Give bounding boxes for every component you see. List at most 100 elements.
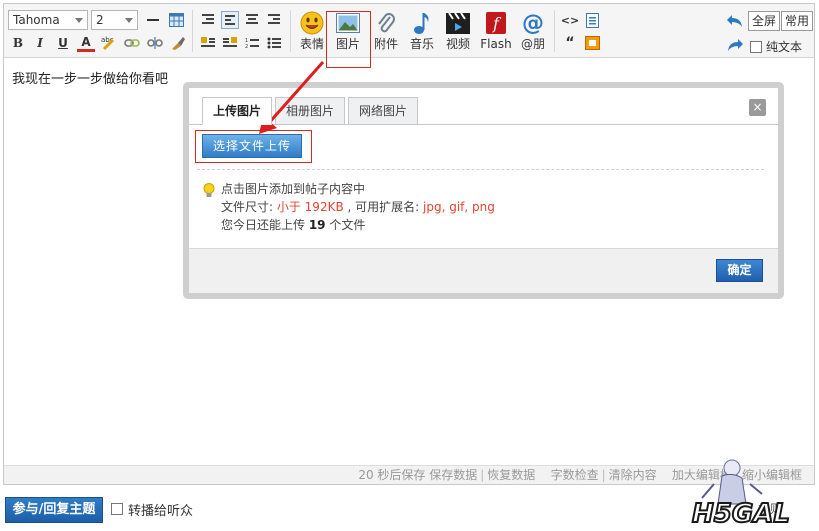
toolbar-separator [290,10,291,52]
video-clapper-icon [446,12,470,34]
font-family-select[interactable]: Tahoma [8,10,88,30]
free-block-button[interactable] [583,34,601,52]
close-icon[interactable]: × [749,99,766,116]
mention-label: @朋 [520,37,545,51]
file-size-limit: 小于 192KB [276,200,344,214]
flash-label: Flash [480,37,512,51]
music-note-icon [414,13,429,34]
ordered-list-button[interactable]: 12 [243,34,261,52]
font-color-button[interactable]: A [77,34,95,52]
plain-text-checkbox[interactable] [750,41,762,53]
common-button[interactable]: 常用 [781,11,814,31]
watermark-text: H5GAL [692,499,790,529]
source-button[interactable] [583,11,601,29]
clear-format-button[interactable] [169,34,187,52]
unlink-icon [147,37,163,49]
flash-button[interactable]: f Flash [478,10,514,56]
svg-text:@: @ [522,11,544,35]
music-button[interactable]: 音乐 [406,10,438,56]
align-left-button[interactable] [221,11,239,29]
box-icon [584,36,600,50]
upload-quota-info: 您今日还能上传 19 个文件 [221,216,365,233]
video-button[interactable]: 视频 [442,10,474,56]
broadcast-label: 转播给听众 [128,504,194,519]
dialog-footer: 确定 [189,248,778,293]
redo-arrow-icon [728,39,743,51]
ordered-list-icon: 12 [245,38,259,49]
video-label: 视频 [445,37,470,51]
reply-topic-button[interactable]: 参与/回复主题 [5,497,103,523]
chevron-down-icon [125,18,133,23]
tip-click-image: 点击图片添加到帖子内容中 [221,182,366,196]
word-check-link[interactable]: 字数检查 [551,468,599,482]
mention-button[interactable]: @ @朋 [518,10,548,56]
upload-button-highlight [195,130,312,163]
tab-divider [189,124,778,125]
italic-button[interactable]: I [31,34,49,52]
smiley-icon [300,11,324,35]
tab-upload-image[interactable]: 上传图片 [202,97,272,125]
align-left-icon [225,15,235,25]
attachment-button[interactable]: 附件 [370,10,402,56]
link-button[interactable] [123,34,141,52]
plain-text-label: 纯文本 [766,40,803,54]
table-icon [168,13,184,27]
horizontal-rule-button[interactable] [144,11,162,29]
emoji-label: 表情 [299,37,324,51]
redo-button[interactable] [726,36,744,54]
float-left-button[interactable] [199,34,217,52]
font-size-value: 2 [96,13,104,27]
align-left-indent-button[interactable] [199,11,217,29]
horizontal-rule-icon [147,19,159,21]
table-button[interactable] [167,11,185,29]
code-button[interactable]: <> [561,11,579,29]
font-size-select[interactable]: 2 [91,10,138,30]
font-family-value: Tahoma [13,13,60,27]
file-size-info: 文件尺寸: 小于 192KB , 可用扩展名: jpg, gif, png [221,198,495,215]
underline-button[interactable]: U [54,34,72,52]
toolbar-separator [192,10,193,52]
allowed-extensions: jpg, gif, png [423,200,495,214]
clear-content-link[interactable]: 清除内容 [609,468,657,482]
tab-web-image[interactable]: 网络图片 [348,97,418,125]
confirm-button[interactable]: 确定 [716,259,763,282]
attachment-label: 附件 [373,37,398,51]
image-button-highlight [326,11,371,68]
align-left-icon [202,14,214,26]
unordered-list-button[interactable] [265,34,283,52]
editor-content-text[interactable]: 我现在一步一步做给你看吧 [12,68,168,87]
bold-button[interactable]: B [9,34,27,52]
toolbar-separator [554,10,555,52]
quota-suffix: 个文件 [325,218,366,232]
align-right-button[interactable] [265,11,283,29]
code-icon: <> [560,13,580,27]
site-watermark: H5GAL [688,454,816,531]
flash-icon: f [486,12,506,34]
align-center-button[interactable] [243,11,261,29]
paperclip-icon [378,13,395,33]
svg-text:2: 2 [245,44,248,49]
undo-button[interactable] [726,12,744,30]
save-data-link[interactable]: 保存数据 [429,468,477,482]
align-center-icon [246,14,258,26]
dialog-body: 上传图片 相册图片 网络图片 × 选择文件上传 点击图片添加到帖子内容中 文件尺… [189,88,778,293]
broadcast-checkbox[interactable] [111,503,123,515]
document-icon [585,12,599,28]
float-right-icon [223,37,237,47]
quote-button[interactable]: “ [561,34,579,52]
spellcheck-button[interactable]: abc [100,34,118,52]
float-left-icon [201,37,215,47]
emoji-button[interactable]: 表情 [296,10,328,56]
unlink-button[interactable] [146,34,164,52]
quota-count: 19 [308,218,326,232]
image-upload-dialog: 上传图片 相册图片 网络图片 × 选择文件上传 点击图片添加到帖子内容中 文件尺… [183,82,784,299]
float-right-button[interactable] [221,34,239,52]
tab-album-image[interactable]: 相册图片 [275,97,345,125]
watermark-logo: H5GAL [691,459,791,530]
restore-data-link[interactable]: 恢复数据 [487,468,535,482]
unordered-list-icon [267,37,281,49]
editor-toolbar: Tahoma 2 B I U A abc 1 2 表情 图片 附件 音乐 视频 … [4,4,814,68]
at-sign-icon: @ [522,11,544,35]
link-icon [124,39,140,47]
fullscreen-button[interactable]: 全屏 [748,11,781,31]
